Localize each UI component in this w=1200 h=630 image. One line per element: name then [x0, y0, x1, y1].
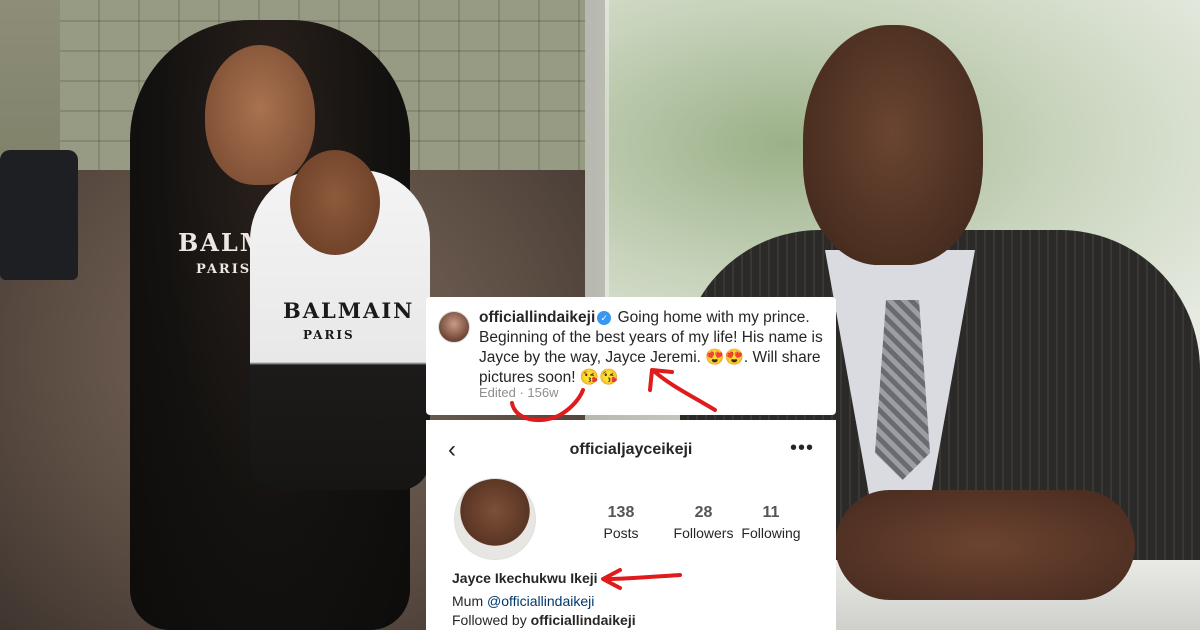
instagram-profile-card: ‹ officialjayceikeji ••• 138 Posts 28 Fo…: [426, 420, 836, 630]
stat-posts-label: Posts: [603, 525, 639, 541]
profile-avatar[interactable]: [454, 478, 536, 560]
instagram-caption-card: officiallindaikeji ✓ Going home with my p…: [426, 297, 836, 415]
stat-posts[interactable]: 138 Posts: [586, 504, 656, 541]
bio-prefix: Mum: [452, 593, 484, 609]
followed-by-line: Followed by officiallindaikeji: [452, 612, 636, 628]
bio-mention-link[interactable]: @officiallindaikeji: [487, 593, 594, 609]
stat-following-label: Following: [741, 525, 801, 541]
stat-posts-value: 138: [607, 504, 635, 521]
profile-bio: Mum @officiallindaikeji: [452, 593, 594, 609]
stat-following-value: 11: [762, 504, 780, 521]
caption-text-block: officiallindaikeji ✓ Going home with my p…: [479, 308, 829, 388]
caption-username[interactable]: officiallindaikeji: [479, 309, 595, 326]
verified-badge-icon: ✓: [597, 311, 612, 325]
man-face: [803, 25, 983, 265]
profile-full-name: Jayce Ikechukwu Ikeji: [452, 570, 598, 586]
followed-by-prefix: Followed by: [452, 612, 527, 628]
caption-avatar[interactable]: [438, 311, 470, 343]
stat-following[interactable]: 11 Following: [731, 504, 811, 541]
handbag: [0, 150, 78, 280]
profile-handle: officialjayceikeji: [569, 441, 693, 458]
boy-shirt-brand: BALMAIN: [283, 298, 415, 323]
boy-shirt-city: PARIS: [303, 328, 355, 342]
caption-edited-timestamp: Edited · 156w: [479, 385, 559, 400]
more-options-icon[interactable]: •••: [790, 438, 814, 458]
woman-shirt-city: PARIS: [196, 262, 252, 277]
clasped-hands: [835, 490, 1135, 600]
followed-by-user[interactable]: officiallindaikeji: [531, 612, 636, 628]
boy-face: [290, 150, 380, 255]
woman-face: [205, 45, 315, 185]
